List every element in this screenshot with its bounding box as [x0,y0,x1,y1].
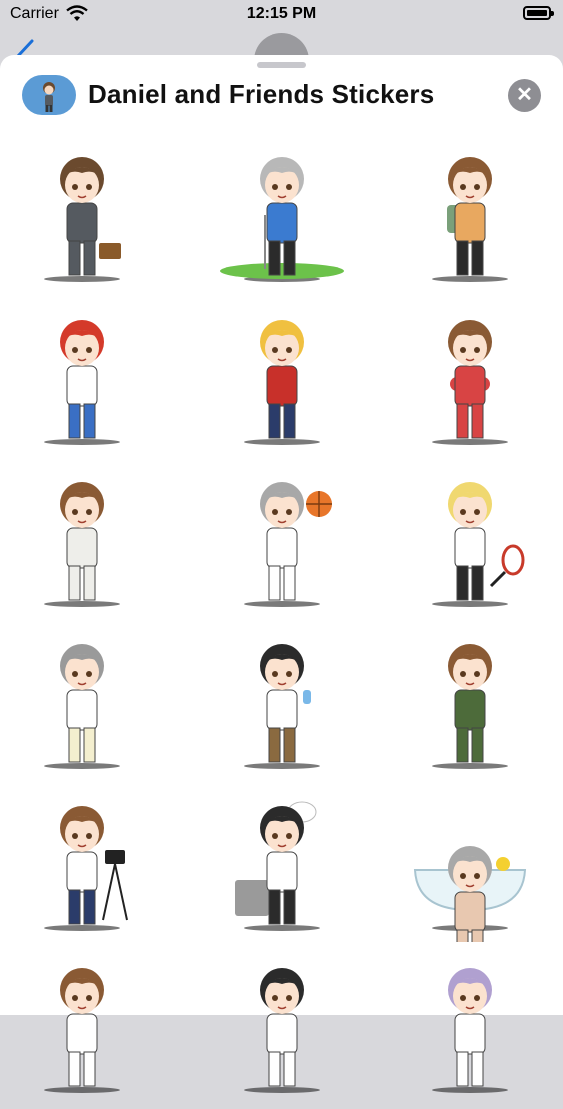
ice-cream-boy-sticker[interactable] [207,630,357,780]
sticker-image [432,320,508,445]
sticker-image [432,644,508,769]
sheet-grabber[interactable] [257,62,306,68]
battery-icon [523,6,554,20]
sticker-sheet: Daniel and Friends Stickers ✕ [0,55,563,1093]
photographer-sticker[interactable] [7,792,157,942]
waiter-apron-sticker[interactable] [7,630,157,780]
sticker-image [44,806,128,931]
sticker-image [44,968,120,1093]
clock: 12:15 PM [246,5,317,22]
sticker-image [432,968,508,1093]
red-cap-boy-sticker[interactable] [207,306,357,456]
close-icon: ✕ [516,84,533,106]
app-icon [22,75,76,115]
bathtub-sticker[interactable] [395,792,545,965]
partial-sticker-3[interactable] [395,954,545,1104]
partial-sticker-1[interactable] [7,954,157,1104]
status-bar: Carrier 12:15 PM [0,0,563,30]
sticker-image [44,482,120,607]
sheet-title: Daniel and Friends Stickers [88,79,435,109]
sticker-image [244,320,320,445]
golfer-sticker[interactable] [207,143,357,293]
close-button[interactable]: ✕ [508,79,541,112]
businessman-sticker[interactable] [7,143,157,293]
sticker-image [220,157,344,282]
sticker-image [44,157,121,282]
sticker-image [413,846,527,965]
sticker-image [432,482,525,607]
chef-sticker[interactable] [207,792,357,942]
sticker-image [244,482,332,607]
partial-sticker-2[interactable] [207,954,357,1104]
boxer-sticker[interactable] [395,306,545,456]
breakdancer-sticker[interactable] [7,306,157,456]
sticker-image [44,644,120,769]
tennis-player-sticker[interactable] [395,468,545,618]
sticker-image [432,157,508,282]
soldier-sticker[interactable] [395,630,545,780]
sticker-image [244,968,320,1093]
hiker-binoculars-sticker[interactable] [395,143,545,293]
sticker-image [44,320,120,445]
sticker-image [235,801,320,931]
thinking-boy-sticker[interactable] [7,468,157,618]
basketball-player-sticker[interactable] [207,468,357,618]
sticker-image [244,644,320,769]
